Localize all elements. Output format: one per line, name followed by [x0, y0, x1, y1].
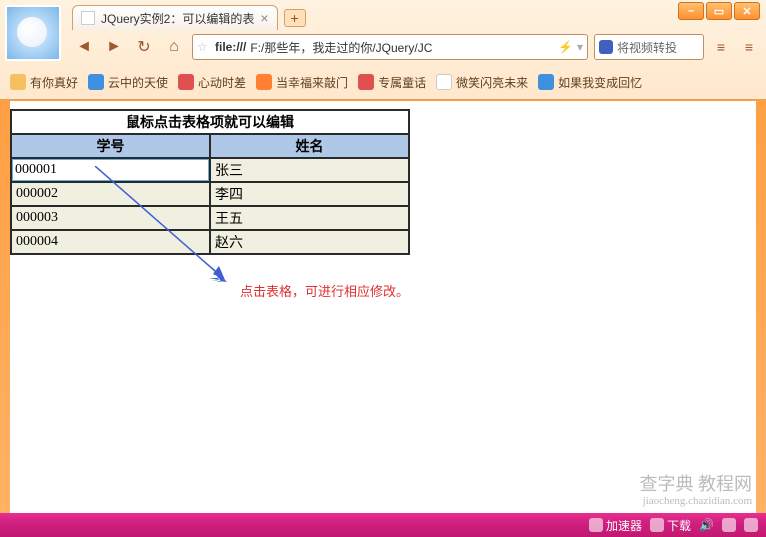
cell-id[interactable]: 000002 [11, 182, 210, 206]
download-icon [650, 518, 664, 532]
bookmark-icon [436, 74, 452, 90]
sound-icon: 🔊 [699, 518, 714, 532]
bookmark-icon [88, 74, 104, 90]
bookmark-icon [538, 74, 554, 90]
column-header-id: 学号 [11, 134, 210, 158]
new-tab-button[interactable]: + [284, 9, 306, 27]
bookmark-bar: 有你真好 云中的天使 心动时差 当幸福来敲门 专属童话 微笑闪亮未来 如果我变成回忆 [6, 68, 760, 96]
cell-name[interactable]: 张三 [210, 158, 409, 182]
column-header-name: 姓名 [210, 134, 409, 158]
cell-id[interactable]: 000004 [11, 230, 210, 254]
browser-logo [5, 5, 61, 61]
url-bar[interactable]: ☆ file:/// F:/那些年，我走过的你/JQuery/JC ⚡ ▾ [192, 34, 588, 60]
close-button[interactable]: ✕ [734, 2, 760, 20]
editable-table: 鼠标点击表格项就可以编辑 学号 姓名 张三000002李四000003王五000… [10, 109, 410, 255]
lightning-icon[interactable]: ⚡ [558, 40, 573, 54]
bookmark-item[interactable]: 心动时差 [178, 74, 246, 91]
nav-bar: ◄ ► ↻ ⌂ ☆ file:/// F:/那些年，我走过的你/JQuery/J… [72, 32, 760, 62]
status-bar: 加速器 下载 🔊 [0, 513, 766, 537]
annotation-text: 点击表格，可进行相应修改。 [240, 281, 409, 300]
toolbar-menu-1-icon[interactable]: ≡ [710, 39, 732, 55]
zoom-icon [722, 518, 736, 532]
url-scheme: file:/// [215, 40, 246, 54]
bookmark-label: 有你真好 [30, 74, 78, 91]
tab-close-icon[interactable]: × [260, 10, 268, 26]
search-box[interactable]: 将视频转投 [594, 34, 704, 60]
bookmark-item[interactable]: 当幸福来敲门 [256, 74, 348, 91]
bookmark-icon [178, 74, 194, 90]
cell-name[interactable]: 王五 [210, 206, 409, 230]
cell-name[interactable]: 李四 [210, 182, 409, 206]
cell-name[interactable]: 赵六 [210, 230, 409, 254]
bookmark-label: 微笑闪亮未来 [456, 74, 528, 91]
fullscreen-icon [744, 518, 758, 532]
bookmark-label: 心动时差 [198, 74, 246, 91]
tab-bar: JQuery实例2：可以编辑的表 × + [72, 5, 306, 30]
search-placeholder: 将视频转投 [617, 39, 677, 56]
browser-tab[interactable]: JQuery实例2：可以编辑的表 × [72, 5, 278, 30]
refresh-button[interactable]: ↻ [132, 35, 156, 59]
tab-title: JQuery实例2：可以编辑的表 [101, 10, 254, 27]
table-row: 张三 [11, 158, 409, 182]
bookmark-item[interactable]: 云中的天使 [88, 74, 168, 91]
status-accelerator[interactable]: 加速器 [589, 517, 642, 534]
bookmark-label: 当幸福来敲门 [276, 74, 348, 91]
cell-id[interactable] [11, 158, 210, 182]
table-row: 000002李四 [11, 182, 409, 206]
table-row: 000003王五 [11, 206, 409, 230]
search-engine-icon [599, 40, 613, 54]
bookmark-label: 如果我变成回忆 [558, 74, 642, 91]
status-zoom[interactable] [722, 518, 736, 532]
table-row: 000004赵六 [11, 230, 409, 254]
bookmark-label: 云中的天使 [108, 74, 168, 91]
status-sound[interactable]: 🔊 [699, 518, 714, 532]
url-text: F:/那些年，我走过的你/JQuery/JC [250, 39, 432, 56]
page-favicon-icon [81, 11, 95, 25]
bookmark-item[interactable]: 有你真好 [10, 74, 78, 91]
window-controls: – ▭ ✕ [678, 2, 760, 20]
home-button[interactable]: ⌂ [162, 35, 186, 59]
bookmark-icon [10, 74, 26, 90]
page-content: 鼠标点击表格项就可以编辑 学号 姓名 张三000002李四000003王五000… [10, 101, 756, 513]
url-dropdown-icon[interactable]: ▾ [577, 40, 583, 54]
cell-edit-input[interactable] [12, 159, 209, 181]
status-download-label: 下载 [667, 517, 691, 534]
minimize-button[interactable]: – [678, 2, 704, 20]
cell-id[interactable]: 000003 [11, 206, 210, 230]
maximize-button[interactable]: ▭ [706, 2, 732, 20]
forward-button[interactable]: ► [102, 35, 126, 59]
bookmark-item[interactable]: 专属童话 [358, 74, 426, 91]
bookmark-icon [358, 74, 374, 90]
bookmark-item[interactable]: 微笑闪亮未来 [436, 74, 528, 91]
status-accel-label: 加速器 [606, 517, 642, 534]
status-fullscreen[interactable] [744, 518, 758, 532]
bookmark-label: 专属童话 [378, 74, 426, 91]
status-download[interactable]: 下载 [650, 517, 691, 534]
accelerator-icon [589, 518, 603, 532]
favorite-icon[interactable]: ☆ [197, 40, 211, 54]
toolbar-menu-2-icon[interactable]: ≡ [738, 39, 760, 55]
table-title: 鼠标点击表格项就可以编辑 [11, 110, 409, 134]
bookmark-item[interactable]: 如果我变成回忆 [538, 74, 642, 91]
bookmark-icon [256, 74, 272, 90]
back-button[interactable]: ◄ [72, 35, 96, 59]
